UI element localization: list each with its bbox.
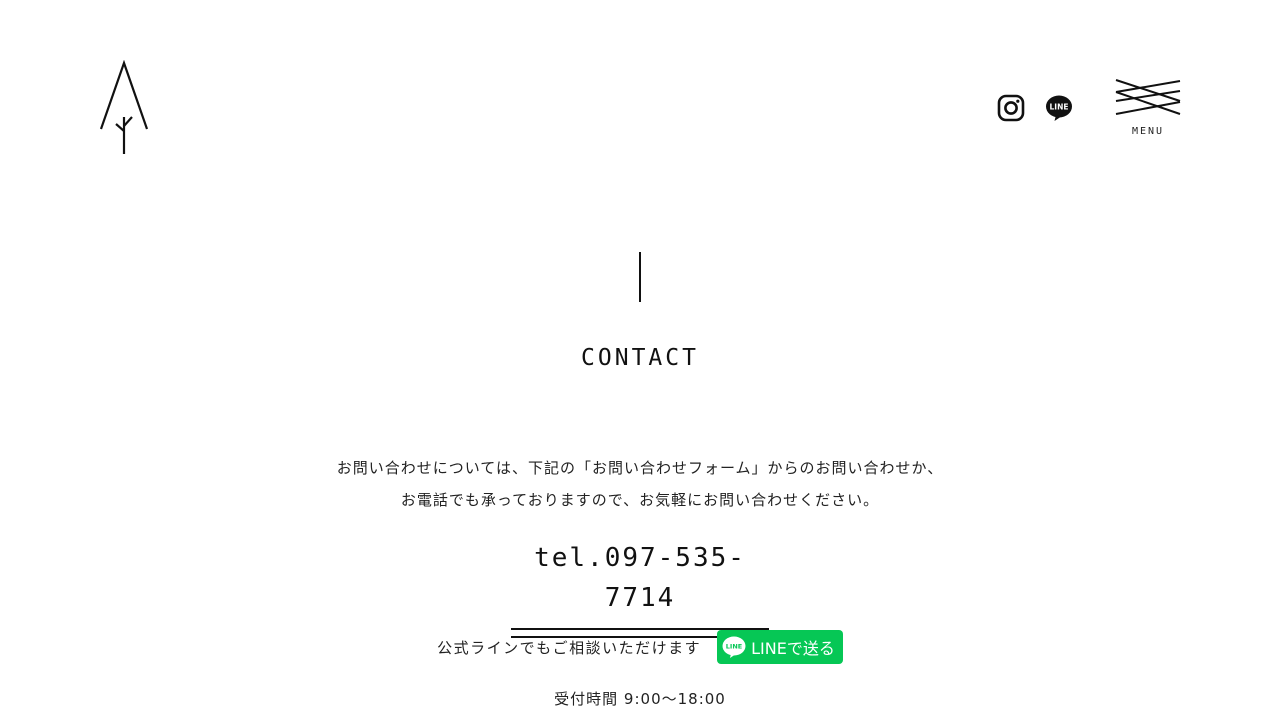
line-send-label: LINEで送る bbox=[751, 639, 835, 658]
contact-lead: お問い合わせについては、下記の「お問い合わせフォーム」からのお問い合わせか、 お… bbox=[0, 452, 1280, 516]
line-icon[interactable]: LINE bbox=[1045, 94, 1073, 122]
tel-link[interactable]: tel.097-535-7714 bbox=[511, 538, 769, 618]
line-contact-row: 公式ラインでもご相談いただけます LINE LINEで送る bbox=[0, 630, 1280, 664]
line-logo-icon: LINE bbox=[722, 636, 746, 658]
tree-logo-icon bbox=[99, 59, 149, 154]
line-logo-label: LINE bbox=[726, 643, 742, 651]
section-divider-line bbox=[639, 252, 641, 302]
social-links: LINE bbox=[997, 94, 1073, 122]
instagram-link[interactable] bbox=[997, 94, 1025, 122]
instagram-icon[interactable] bbox=[997, 94, 1025, 122]
page: LINE MENU CONTACT お問い合わせについては、下記の「お問い合わせ… bbox=[0, 0, 1280, 720]
line-send-button[interactable]: LINE LINEで送る bbox=[717, 630, 843, 664]
menu-icon bbox=[1115, 79, 1181, 115]
tel-block: tel.097-535-7714 bbox=[511, 538, 769, 638]
line-icon-label: LINE bbox=[1050, 103, 1069, 112]
section-title: CONTACT bbox=[581, 345, 699, 372]
line-contact-text: 公式ラインでもご相談いただけます bbox=[437, 638, 702, 657]
business-hours: 受付時間 9:00〜18:00 bbox=[554, 690, 726, 708]
menu-label: MENU bbox=[1131, 126, 1165, 137]
menu-button[interactable]: MENU bbox=[1114, 78, 1182, 142]
tree-logo[interactable] bbox=[98, 59, 152, 156]
lead-line-1: お問い合わせについては、下記の「お問い合わせフォーム」からのお問い合わせか、 bbox=[336, 459, 944, 477]
line-link[interactable]: LINE bbox=[1045, 94, 1073, 122]
lead-line-2: お電話でも承っておりますので、お気軽にお問い合わせください。 bbox=[400, 491, 880, 509]
